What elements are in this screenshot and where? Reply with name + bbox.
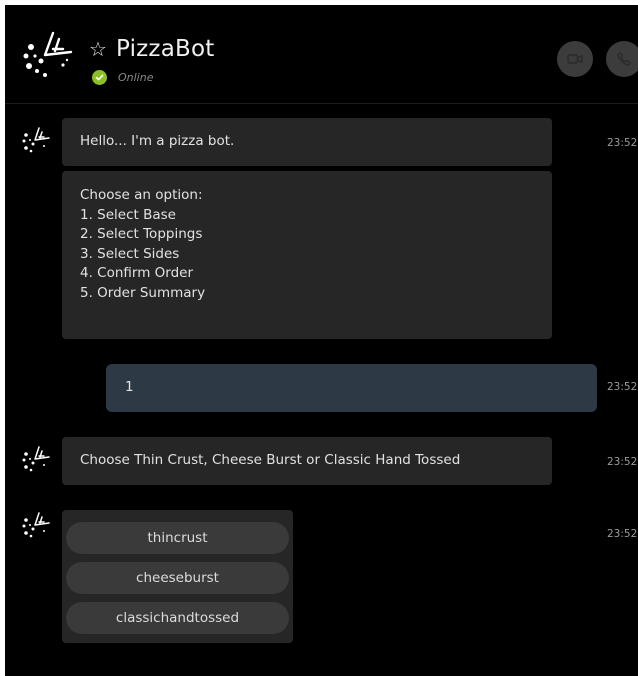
- message-timestamp: 23:52: [607, 381, 638, 393]
- option-select-toppings: 2. Select Toppings: [80, 226, 203, 243]
- choice-cheeseburst-button[interactable]: cheeseburst: [66, 562, 289, 594]
- message-timestamp: 23:52: [607, 456, 638, 468]
- message-text: 1: [125, 379, 134, 395]
- pizzabot-avatar: [16, 26, 78, 88]
- option-select-base: 1. Select Base: [80, 206, 176, 223]
- option-confirm-order: 4. Confirm Order: [80, 265, 194, 282]
- bot-message: Choose Thin Crust, Cheese Burst or Class…: [62, 437, 552, 485]
- bot-avatar: [22, 512, 50, 538]
- bot-avatar: [22, 446, 50, 472]
- choice-classichandtossed-button[interactable]: classichandtossed: [66, 602, 289, 634]
- base-choice-card: thincrust cheeseburst classichandtossed: [62, 510, 293, 643]
- message-timestamp: 23:52: [607, 137, 638, 149]
- bot-options-message: Choose an option: 1. Select Base 2. Sele…: [62, 171, 552, 339]
- chat-window: ☆ PizzaBot Online Hello... I'm a pizza b…: [5, 5, 638, 676]
- choice-thincrust-button[interactable]: thincrust: [66, 522, 289, 554]
- message-text: Choose Thin Crust, Cheese Burst or Class…: [80, 452, 461, 468]
- bot-name: PizzaBot: [116, 36, 215, 62]
- option-order-summary: 5. Order Summary: [80, 284, 206, 301]
- user-message: 1: [106, 364, 597, 412]
- bot-message: Hello... I'm a pizza bot.: [62, 118, 552, 166]
- video-call-button[interactable]: [557, 41, 593, 77]
- status-text: Online: [118, 71, 154, 84]
- options-list: 1. Select Base 2. Select Toppings 3. Sel…: [80, 206, 552, 304]
- message-text: Hello... I'm a pizza bot.: [80, 133, 235, 149]
- phone-icon: [617, 52, 631, 66]
- option-select-sides: 3. Select Sides: [80, 245, 180, 262]
- online-status-icon: [92, 70, 107, 85]
- chat-header: ☆ PizzaBot Online: [5, 5, 638, 104]
- message-timestamp: 23:52: [607, 528, 638, 540]
- options-title: Choose an option:: [80, 187, 203, 203]
- voice-call-button[interactable]: [606, 41, 638, 77]
- video-camera-icon: [567, 54, 583, 64]
- bot-avatar: [22, 127, 50, 153]
- favorite-star-icon[interactable]: ☆: [89, 39, 107, 59]
